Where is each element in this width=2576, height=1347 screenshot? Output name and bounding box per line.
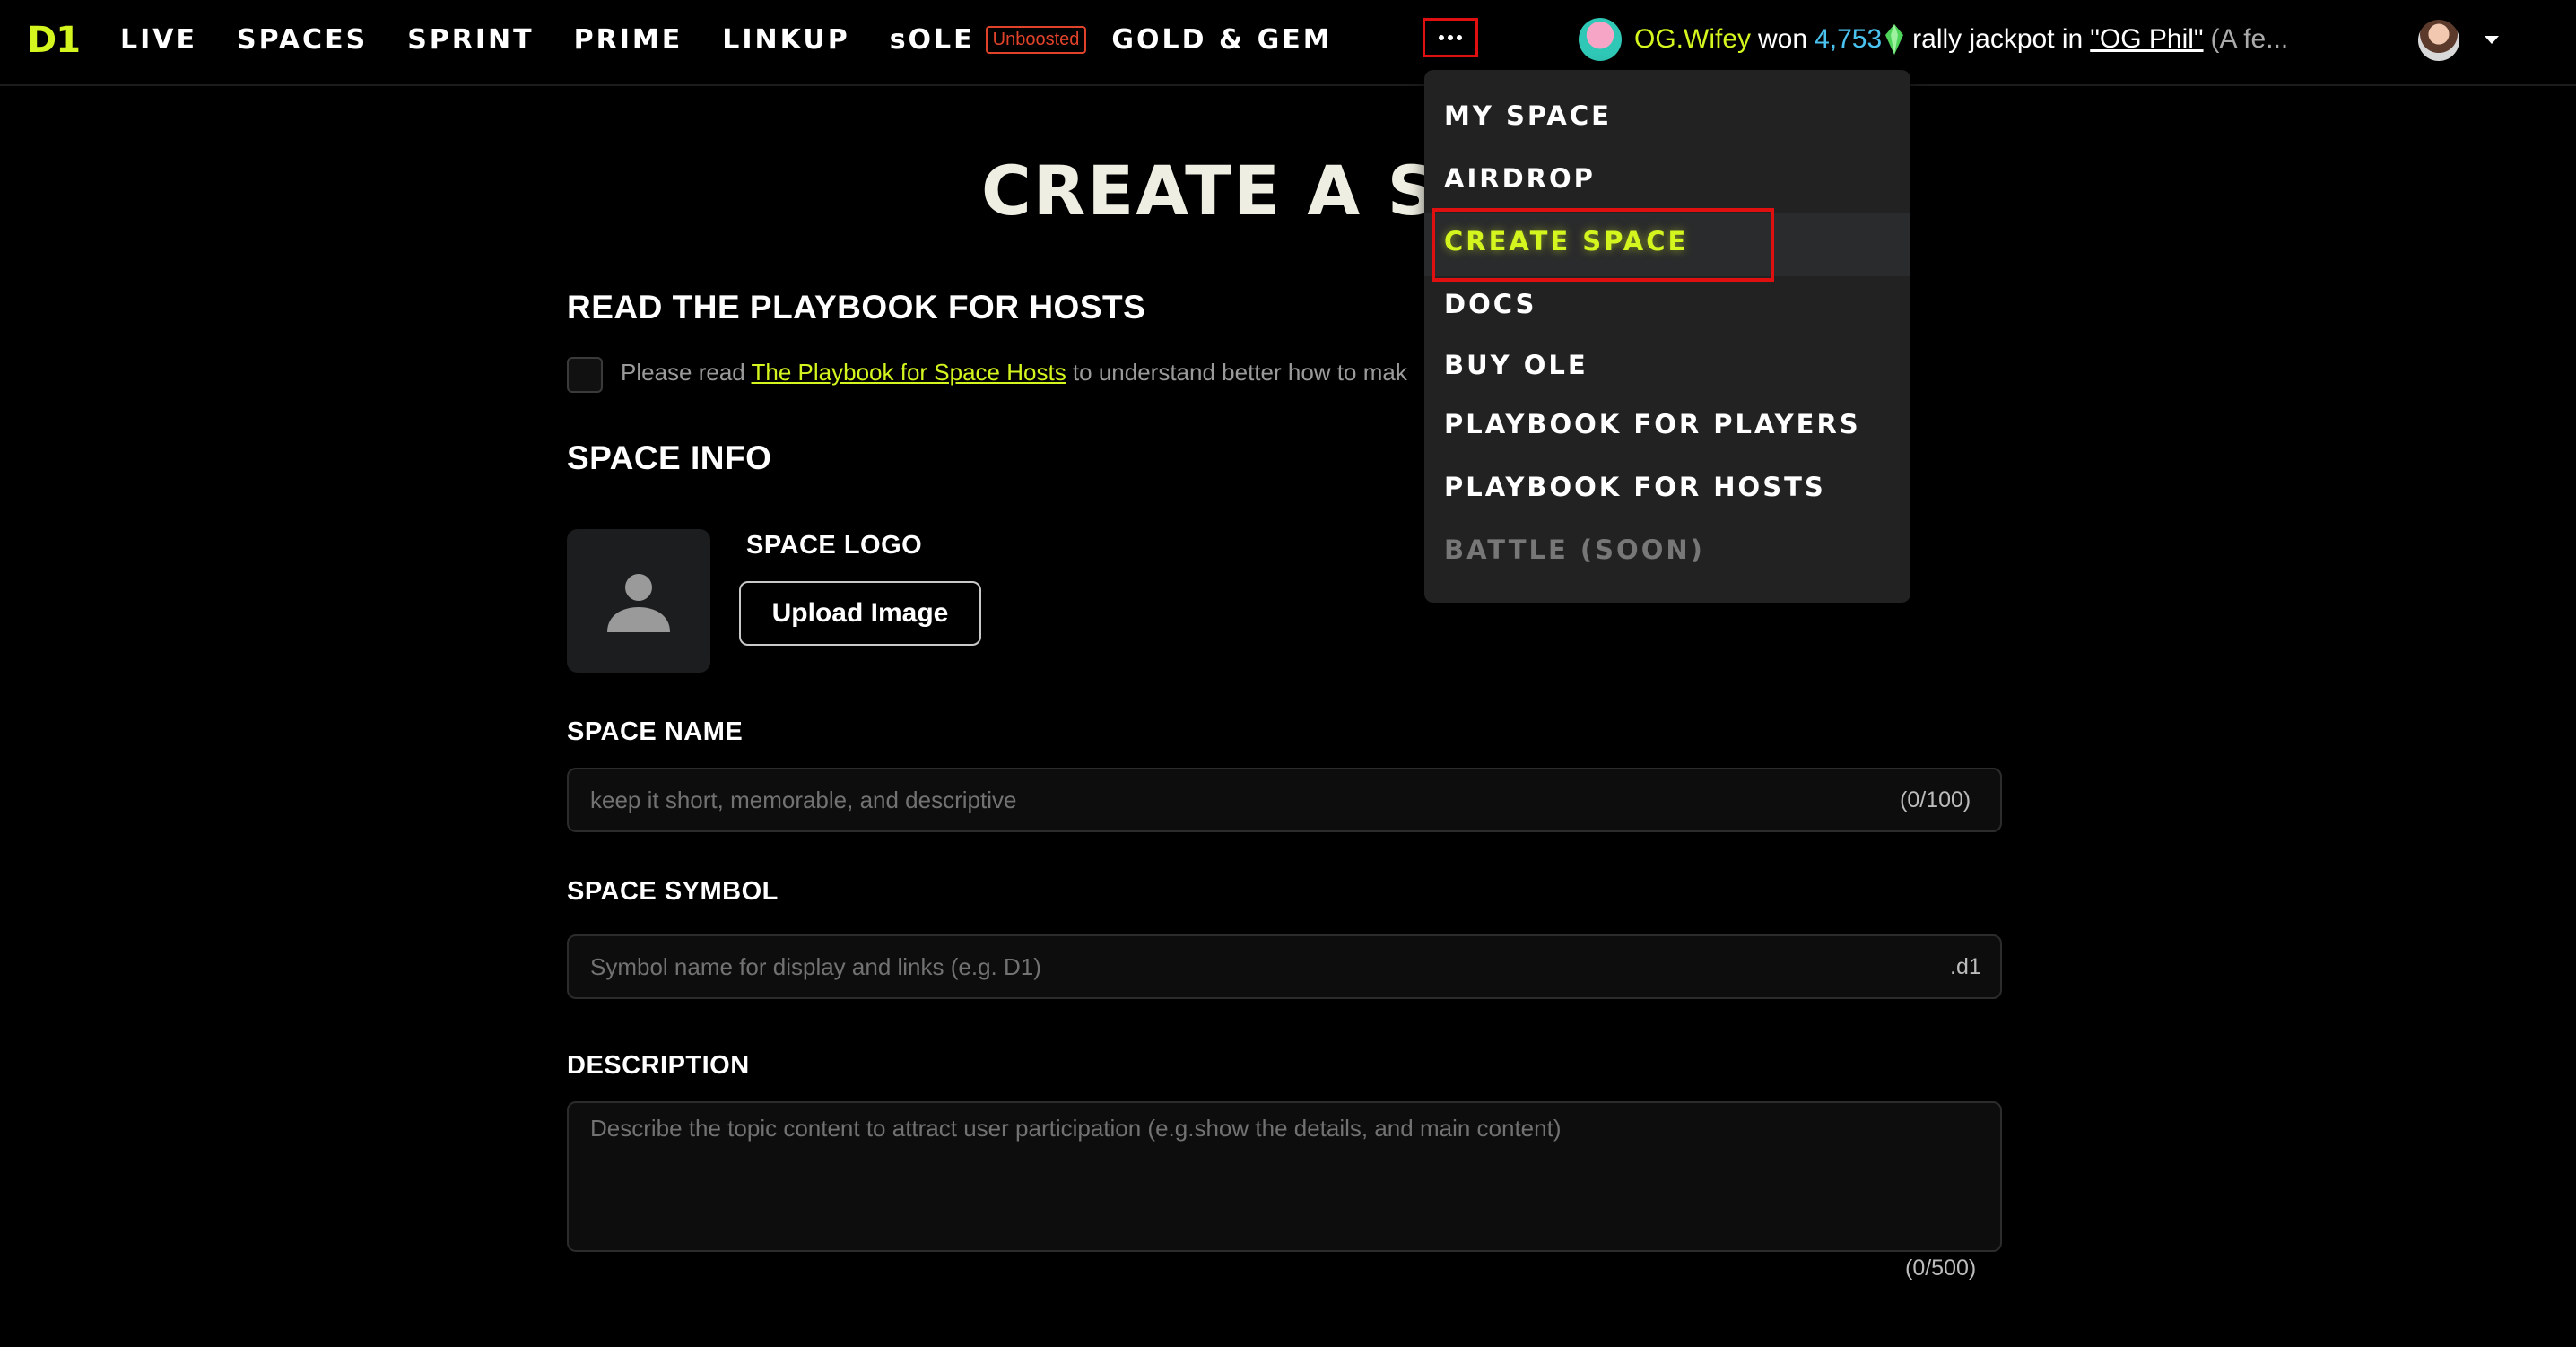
menu-item-playbook-hosts[interactable]: PLAYBOOK FOR HOSTS [1444,472,1826,502]
menu-item-playbook-players[interactable]: PLAYBOOK FOR PLAYERS [1444,409,1861,439]
ticker-won: won [1758,24,1808,54]
jackpot-ticker: OG.Wifey won 4,753 rally jackpot in "OG … [1579,18,2314,61]
d1-logo[interactable]: D1 [27,20,81,61]
menu-item-buy-ole[interactable]: BUY OLE [1444,350,1588,380]
chevron-down-icon[interactable] [2485,36,2499,44]
ellipsis-dot [1448,35,1453,40]
upload-image-button[interactable]: Upload Image [739,581,981,646]
profile-avatar[interactable] [2418,20,2459,61]
nav-item-prime[interactable]: PRIME [574,24,683,56]
main-nav: LIVE SPACES SPRINT PRIME LINKUP sOLE Unb… [120,20,1372,59]
create-space-highlight-box [1432,208,1774,282]
nav-item-linkup[interactable]: LINKUP [722,24,849,56]
unboosted-badge: Unboosted [985,25,1087,54]
playbook-checkbox[interactable] [567,357,603,393]
description-textarea[interactable] [567,1101,2002,1252]
space-name-input[interactable] [567,768,2002,832]
description-label: DESCRIPTION [567,1051,750,1080]
more-dropdown-menu: MY SPACE AIRDROP CREATE SPACE DOCS BUY O… [1424,70,1910,603]
ticker-user[interactable]: OG.Wifey [1634,24,1751,55]
nav-item-spaces[interactable]: SPACES [237,24,368,56]
top-nav-bar: D1 LIVE SPACES SPRINT PRIME LINKUP sOLE … [0,0,2576,86]
space-name-counter: (0/100) [1900,787,1971,813]
menu-item-my-space[interactable]: MY SPACE [1444,100,1612,131]
playbook-link[interactable]: The Playbook for Space Hosts [752,359,1066,386]
space-symbol-label: SPACE SYMBOL [567,877,779,906]
more-menu-button[interactable] [1423,18,1478,57]
ellipsis-dot [1457,35,1462,40]
menu-item-battle: BATTLE (SOON) [1444,534,1705,565]
description-counter: (0/500) [1905,1256,1977,1281]
ticker-space-link[interactable]: "OG Phil" [2090,24,2203,55]
nav-item-sole[interactable]: sOLE [890,24,975,56]
page-title: CREATE A SP [981,151,1491,230]
playbook-prefix: Please read [621,359,752,386]
ticker-tail: (A fe... [2210,24,2289,54]
nav-item-live[interactable]: LIVE [120,24,197,56]
nav-item-gold-gem[interactable]: GOLD & GEM [1111,24,1332,56]
space-logo-label: SPACE LOGO [746,531,923,560]
space-symbol-input[interactable] [567,934,2002,999]
space-logo-placeholder [567,529,710,673]
winner-avatar [1579,18,1622,61]
playbook-suffix: to understand better how to mak [1066,359,1407,386]
user-silhouette-icon [607,574,670,632]
nav-item-sprint[interactable]: SPRINT [407,24,534,56]
space-info-heading: SPACE INFO [567,439,772,476]
playbook-heading: READ THE PLAYBOOK FOR HOSTS [567,289,1146,326]
ellipsis-icon [1439,35,1444,40]
ticker-jackpot-text: rally jackpot in [1912,24,2084,54]
menu-item-docs[interactable]: DOCS [1444,289,1536,319]
green-gem-icon [1885,24,1904,55]
space-name-label: SPACE NAME [567,717,744,746]
space-symbol-suffix: .d1 [1950,954,1981,979]
ticker-amount: 4,753 [1815,24,1883,54]
playbook-notice: Please read The Playbook for Space Hosts… [621,359,1407,387]
menu-item-airdrop[interactable]: AIRDROP [1444,163,1596,194]
